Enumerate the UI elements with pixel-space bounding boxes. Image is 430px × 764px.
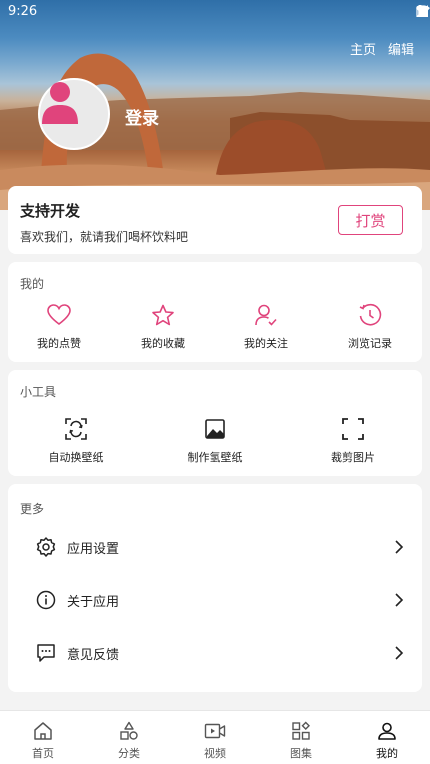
nav-gallery[interactable]: 图集: [258, 711, 344, 764]
user-avatar-icon: [42, 82, 78, 124]
image-icon: [205, 419, 225, 439]
heart-icon: [47, 304, 71, 326]
status-time: 9:26: [8, 4, 38, 19]
battery-icon: [416, 5, 424, 17]
status-bar: 9:26: [0, 0, 430, 24]
history-icon: [359, 303, 382, 326]
home-icon: [34, 722, 52, 740]
auto-wallpaper-icon: [65, 418, 87, 440]
feedback-row[interactable]: 意见反馈: [8, 633, 422, 673]
profile-banner: 9:26 主页 编辑 登录: [0, 0, 430, 210]
support-card: 支持开发 喜欢我们，就请我们喝杯饮料吧 打赏: [8, 186, 422, 254]
nav-profile-label: 我的: [376, 747, 398, 760]
reward-button[interactable]: 打赏: [338, 205, 403, 235]
history-label: 浏览记录: [348, 337, 392, 350]
my-favorites-item[interactable]: 我的收藏: [113, 302, 213, 351]
my-follows-label: 我的关注: [244, 337, 288, 350]
feedback-label: 意见反馈: [67, 647, 120, 663]
chevron-right-icon: [395, 593, 404, 607]
auto-wallpaper-label: 自动换壁纸: [48, 451, 104, 464]
gallery-icon: [292, 721, 310, 740]
home-link[interactable]: 主页: [350, 39, 376, 58]
crop-image-label: 裁剪图片: [331, 451, 375, 464]
mine-section: 我的 我的点赞 我的收藏 我的关注 浏览记录: [8, 262, 422, 362]
nav-category[interactable]: 分类: [86, 711, 172, 764]
nav-video-label: 视频: [204, 747, 226, 760]
nav-video[interactable]: 视频: [172, 711, 258, 764]
bottom-nav: 首页 分类 视频 图集 我的: [0, 710, 430, 764]
feedback-icon: [37, 644, 55, 662]
about-app-row[interactable]: 关于应用: [8, 580, 422, 620]
more-section-title: 更多: [20, 502, 45, 516]
nav-gallery-label: 图集: [290, 747, 312, 760]
category-icon: [120, 721, 138, 740]
make-wallpaper-item[interactable]: 制作氢壁纸: [165, 416, 265, 465]
avatar[interactable]: [38, 78, 110, 150]
support-title: 支持开发: [20, 202, 81, 220]
chevron-right-icon: [395, 540, 404, 554]
my-likes-label: 我的点赞: [37, 337, 81, 350]
gear-icon: [36, 537, 56, 557]
video-icon: [204, 723, 226, 739]
user-check-icon: [255, 304, 277, 326]
nav-profile[interactable]: 我的: [344, 711, 430, 764]
more-section: 更多 应用设置 关于应用 意见反馈: [8, 484, 422, 692]
chevron-right-icon: [395, 646, 404, 660]
crop-image-item[interactable]: 裁剪图片: [303, 416, 403, 465]
my-follows-item[interactable]: 我的关注: [216, 302, 316, 351]
tools-section: 小工具 自动换壁纸 制作氢壁纸 裁剪图片: [8, 370, 422, 476]
crop-icon: [342, 418, 364, 440]
nav-home[interactable]: 首页: [0, 711, 86, 764]
star-icon: [152, 304, 174, 325]
profile-icon: [378, 722, 396, 740]
app-settings-label: 应用设置: [67, 541, 120, 557]
my-favorites-label: 我的收藏: [141, 337, 185, 350]
nav-home-label: 首页: [32, 747, 54, 760]
about-app-label: 关于应用: [67, 594, 120, 610]
nav-category-label: 分类: [118, 747, 140, 760]
mine-section-title: 我的: [20, 277, 45, 291]
app-settings-row[interactable]: 应用设置: [8, 527, 422, 567]
history-item[interactable]: 浏览记录: [320, 302, 420, 351]
login-label[interactable]: 登录: [125, 104, 159, 129]
make-wallpaper-label: 制作氢壁纸: [187, 451, 243, 464]
my-likes-item[interactable]: 我的点赞: [9, 302, 109, 351]
info-icon: [36, 590, 56, 610]
support-description: 喜欢我们，就请我们喝杯饮料吧: [20, 230, 189, 244]
edit-link[interactable]: 编辑: [388, 39, 414, 58]
auto-wallpaper-item[interactable]: 自动换壁纸: [26, 416, 126, 465]
tools-section-title: 小工具: [20, 385, 57, 399]
